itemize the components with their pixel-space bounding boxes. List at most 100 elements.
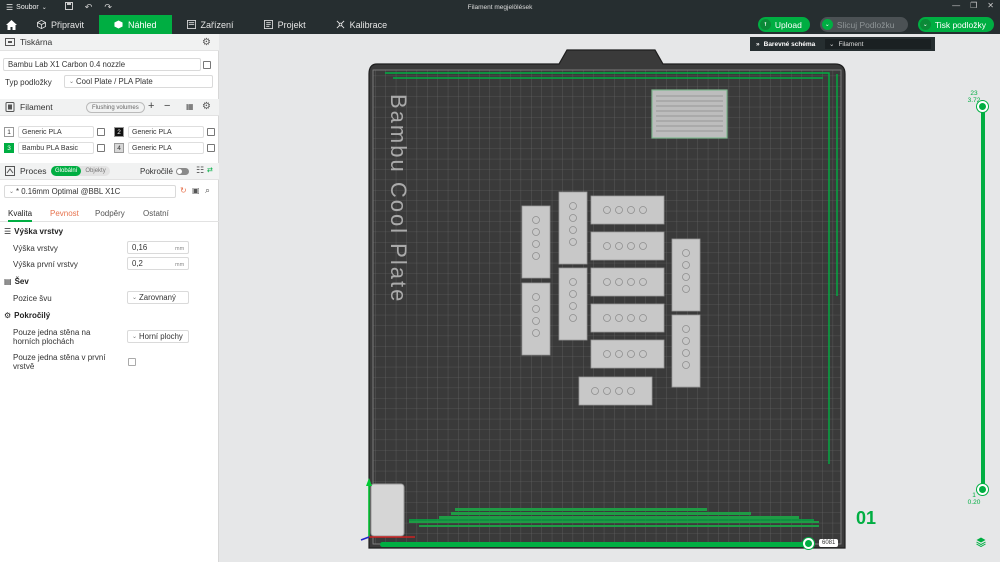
filament-name: Bambu PLA Basic — [18, 142, 94, 154]
tab-preview[interactable]: Náhled — [99, 15, 172, 34]
single-wall-first-label: Pouze jedna stěna v první — [13, 353, 106, 362]
group-advanced-title: Pokročilý — [14, 311, 51, 320]
slice-plate-label: Slicuj Podložku — [836, 19, 895, 30]
color-scheme-title: Barevné schéma — [763, 40, 816, 48]
color-scheme-legend[interactable]: » Barevné schéma ⌄ Filament — [750, 37, 935, 51]
tab-strength[interactable]: Pevnost — [50, 209, 79, 218]
edit-icon[interactable] — [207, 128, 215, 136]
model-label-block — [651, 89, 728, 139]
tab-support[interactable]: Podpěry — [95, 209, 125, 218]
compare-icon[interactable]: ⇄ — [207, 166, 213, 174]
filament-slot-number: 1 — [4, 127, 14, 137]
tab-calibration-label: Kalibrace — [349, 19, 388, 30]
upload-button[interactable]: ⭱ Upload — [757, 17, 810, 32]
gear-icon[interactable]: ⚙ — [202, 101, 211, 112]
printer-section-header[interactable]: Tiskárna — [0, 34, 219, 51]
unit-mm: mm — [175, 246, 185, 252]
redo-icon[interactable]: ↷ — [104, 2, 112, 13]
seam-position-value: Zarovnaný — [139, 293, 176, 302]
filament-slot-3[interactable]: 3 Bambu PLA Basic — [4, 142, 94, 154]
edit-icon[interactable] — [97, 144, 105, 152]
tab-project-label: Projekt — [277, 19, 306, 30]
plate-number[interactable]: 01 — [856, 508, 876, 529]
file-menu[interactable]: ☰ Soubor ⌄ — [0, 3, 47, 12]
edit-icon[interactable] — [207, 144, 215, 152]
minimize-icon[interactable]: — — [952, 1, 960, 10]
single-wall-top-select[interactable]: ⌄ Horní plochy — [127, 330, 189, 343]
move-slider-handle[interactable] — [803, 538, 814, 549]
reset-icon[interactable]: ↻ — [180, 186, 187, 195]
layer-bottom-index: 1 — [972, 492, 976, 499]
tab-quality[interactable]: Kvalita — [8, 209, 33, 222]
filament-slot-number: 4 — [114, 143, 124, 153]
add-icon[interactable]: + — [148, 100, 154, 112]
print-plate-button[interactable]: ⌄ Tisk podložky — [917, 17, 994, 32]
first-layer-height-label: Výška první vrstvy — [13, 260, 78, 269]
tab-device[interactable]: Zařízení — [172, 15, 249, 34]
filament-slot-2[interactable]: 2 Generic PLA — [114, 126, 204, 138]
home-button[interactable] — [0, 15, 22, 34]
printer-select[interactable]: Bambu Lab X1 Carbon 0.4 nozzle — [3, 58, 201, 71]
edit-icon[interactable] — [203, 61, 211, 69]
group-layer-height: ☰ Výška vrstvy — [4, 227, 63, 236]
save-icon[interactable]: ▣ — [192, 186, 200, 195]
filament-name: Generic PLA — [18, 126, 94, 138]
layer-height-value: 0,16 — [132, 243, 148, 252]
remove-icon[interactable]: − — [164, 100, 170, 112]
layer-slider[interactable] — [981, 106, 985, 494]
tab-others[interactable]: Ostatní — [143, 209, 169, 218]
tab-device-label: Zařízení — [200, 19, 234, 30]
filament-section-title: Filament — [20, 102, 53, 112]
single-wall-first-checkbox[interactable] — [128, 358, 136, 366]
advanced-toggle[interactable] — [176, 168, 189, 175]
undo-icon[interactable]: ↶ — [85, 2, 93, 13]
filament-icon — [5, 102, 15, 112]
plate-type-label: Typ podložky — [5, 78, 52, 87]
save-icon[interactable] — [64, 2, 73, 13]
seam-position-select[interactable]: ⌄ Zarovnaný — [127, 291, 189, 304]
list-icon[interactable]: ☷ — [196, 165, 204, 176]
3d-viewport[interactable]: Bambu Cool Plate » Barevné schéma ⌄ Fila… — [219, 34, 1000, 562]
layer-bottom-label: 1 0.20 — [959, 492, 989, 506]
advanced-label: Pokročilé — [140, 167, 173, 176]
flushing-volumes-button[interactable]: Flushing volumes — [86, 102, 145, 113]
filament-slot-4[interactable]: 4 Generic PLA — [114, 142, 204, 154]
gear-icon[interactable]: ⚙ — [202, 37, 211, 48]
move-slider[interactable] — [380, 542, 810, 547]
calibration-icon — [336, 20, 344, 29]
tab-prepare[interactable]: Připravit — [22, 15, 99, 34]
single-wall-top-label: Pouze jedna stěna na — [13, 328, 91, 337]
slice-plate-button[interactable]: ⌄ Slicuj Podložku — [819, 17, 908, 32]
search-icon[interactable]: ⌕ — [205, 185, 210, 196]
process-tabs: Kvalita Pevnost Podpěry Ostatní — [0, 206, 219, 222]
close-icon[interactable]: ✕ — [987, 1, 994, 10]
filament-slot-1[interactable]: 1 Generic PLA — [4, 126, 94, 138]
process-section-title: Proces — [20, 166, 47, 176]
plate-label: Bambu Cool Plate — [386, 94, 411, 303]
settings-panel: Tiskárna ⚙ Bambu Lab X1 Carbon 0.4 nozzl… — [0, 34, 219, 562]
group-advanced: ⚙ Pokročilý — [4, 311, 50, 320]
color-scheme-select[interactable]: ⌄ Filament — [825, 39, 931, 49]
build-plate-scene[interactable]: Bambu Cool Plate — [219, 34, 1000, 562]
group-layer-height-title: Výška vrstvy — [14, 227, 64, 236]
process-profile-select[interactable]: ⌄ * 0.16mm Optimal @BBL X1C — [4, 185, 176, 198]
restore-icon[interactable]: ❐ — [970, 1, 977, 10]
preview-icon — [114, 20, 123, 29]
process-icon — [5, 166, 15, 176]
color-scheme-value: Filament — [838, 40, 864, 48]
printer-section-title: Tiskárna — [20, 37, 53, 47]
edit-icon[interactable] — [97, 128, 105, 136]
plate-type-select[interactable]: ⌄ Cool Plate / PLA Plate — [64, 75, 213, 88]
layer-bottom-height: 0.20 — [967, 499, 981, 506]
sync-ams-icon[interactable]: ▦ — [186, 102, 194, 111]
layer-top-index: 23 — [970, 90, 978, 97]
tab-calibration[interactable]: Kalibrace — [321, 15, 403, 34]
objects-tab[interactable]: Objekty — [81, 166, 109, 176]
chevron-down-icon: ⌄ — [132, 334, 138, 340]
global-tab[interactable]: Globální — [51, 166, 82, 176]
first-layer-height-value: 0,2 — [132, 259, 143, 268]
process-scope-toggle: Globální Objekty — [51, 166, 110, 176]
layers-icon[interactable] — [976, 537, 986, 547]
layer-slider-top-handle[interactable] — [977, 101, 988, 112]
tab-project[interactable]: Projekt — [249, 15, 321, 34]
